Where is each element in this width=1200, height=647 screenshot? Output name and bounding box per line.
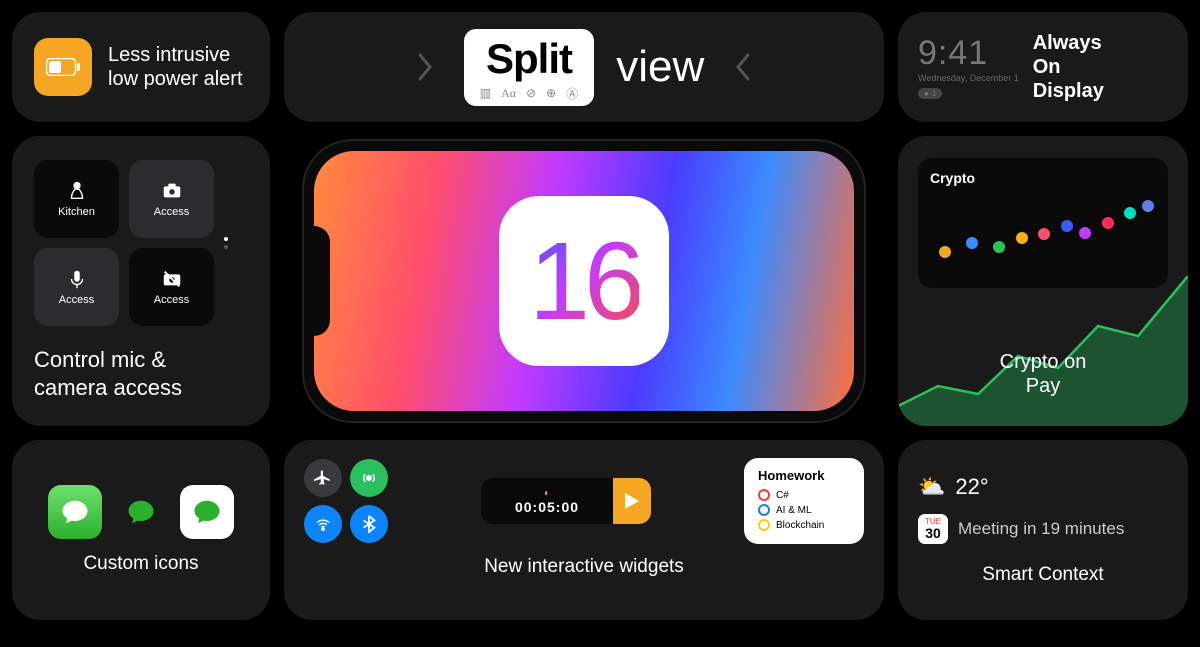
timer-value: 00:05:00 [515,499,579,515]
timer-play-button[interactable] [613,478,651,524]
crypto-widget-title: Crypto [930,170,1156,186]
aod-notification-badge: ● 1 [918,88,942,99]
splitview-word: view [616,42,704,92]
crypto-widget: Crypto [918,158,1168,288]
homework-item-2[interactable]: AI & ML [758,504,850,516]
control-tiles: Kitchen Access Access Access [34,160,214,326]
splitview-toolbar: ▥Aα⊘⊕Ⓐ [480,85,578,102]
crypto-label: Crypto on Pay [898,350,1188,398]
custom-icons-card: Custom icons [12,440,270,620]
lowpower-card: Less intrusive low power alert [12,12,270,122]
phone-notch [314,226,330,336]
homework-title: Homework [758,468,850,483]
widgets-label: New interactive widgets [304,556,864,578]
bluetooth-toggle[interactable] [350,505,388,543]
aod-label: Always On Display [1033,31,1104,103]
calendar-icon: TUE 30 [918,514,948,544]
custom-icons-label: Custom icons [83,553,198,575]
phone-screen: 16 [314,151,854,411]
tile-kitchen[interactable]: Kitchen [34,160,119,238]
lowpower-label: Less intrusive low power alert [108,43,243,91]
homework-widget[interactable]: Homework C# AI & ML Blockchain [744,458,864,544]
battery-icon [34,38,92,96]
phone-frame: 16 [304,141,864,421]
tile-camera-off-access[interactable]: Access [129,248,214,326]
weather-row: ⛅ 22° [918,474,1168,500]
crypto-card: Crypto Crypto on Pay [898,136,1188,426]
widgets-card: ◐ 00:05:00 Homework C# AI & ML Blockchai… [284,440,884,620]
hero-phone: 16 [284,136,884,426]
wifi-toggle[interactable] [304,505,342,543]
icon-row [48,485,234,539]
message-icon-light [180,485,234,539]
aod-clock: 9:41 Wednesday, December 1 ● 1 [918,34,1019,101]
toggle-grid [304,459,388,543]
tile-camera-access[interactable]: Access [129,160,214,238]
splitview-app-box: Split ▥Aα⊘⊕Ⓐ [464,29,594,106]
meeting-text: Meeting in 19 minutes [958,519,1124,539]
control-access-card: Kitchen Access Access Access Control mic… [12,136,270,426]
timer-widget[interactable]: ◐ 00:05:00 [481,478,651,524]
aod-time: 9:41 [918,34,1019,73]
weather-icon: ⛅ [918,474,945,500]
page-dots [224,237,228,249]
splitview-box-word: Split [480,35,578,83]
homework-item-3[interactable]: Blockchain [758,519,850,531]
tile-mic-access[interactable]: Access [34,248,119,326]
control-label: Control mic & camera access [34,346,248,401]
cellular-toggle[interactable] [350,459,388,497]
temperature: 22° [955,474,988,500]
version-number: 16 [529,218,639,345]
ios-app-icon: 16 [499,196,669,366]
airplane-toggle[interactable] [304,459,342,497]
message-icon-dark [114,485,168,539]
chevron-left-icon[interactable] [728,40,758,94]
aod-date: Wednesday, December 1 [918,73,1019,83]
smart-label: Smart Context [918,564,1168,586]
message-icon-green [48,485,102,539]
chevron-right-icon[interactable] [410,40,440,94]
splitview-card: Split ▥Aα⊘⊕Ⓐ view [284,12,884,122]
meeting-row: TUE 30 Meeting in 19 minutes [918,514,1168,544]
crypto-coins [930,196,1156,266]
smart-context-card: ⛅ 22° TUE 30 Meeting in 19 minutes Smart… [898,440,1188,620]
homework-item-1[interactable]: C# [758,489,850,501]
timer-ring-icon: ◐ [544,488,550,499]
aod-card: 9:41 Wednesday, December 1 ● 1 Always On… [898,12,1188,122]
